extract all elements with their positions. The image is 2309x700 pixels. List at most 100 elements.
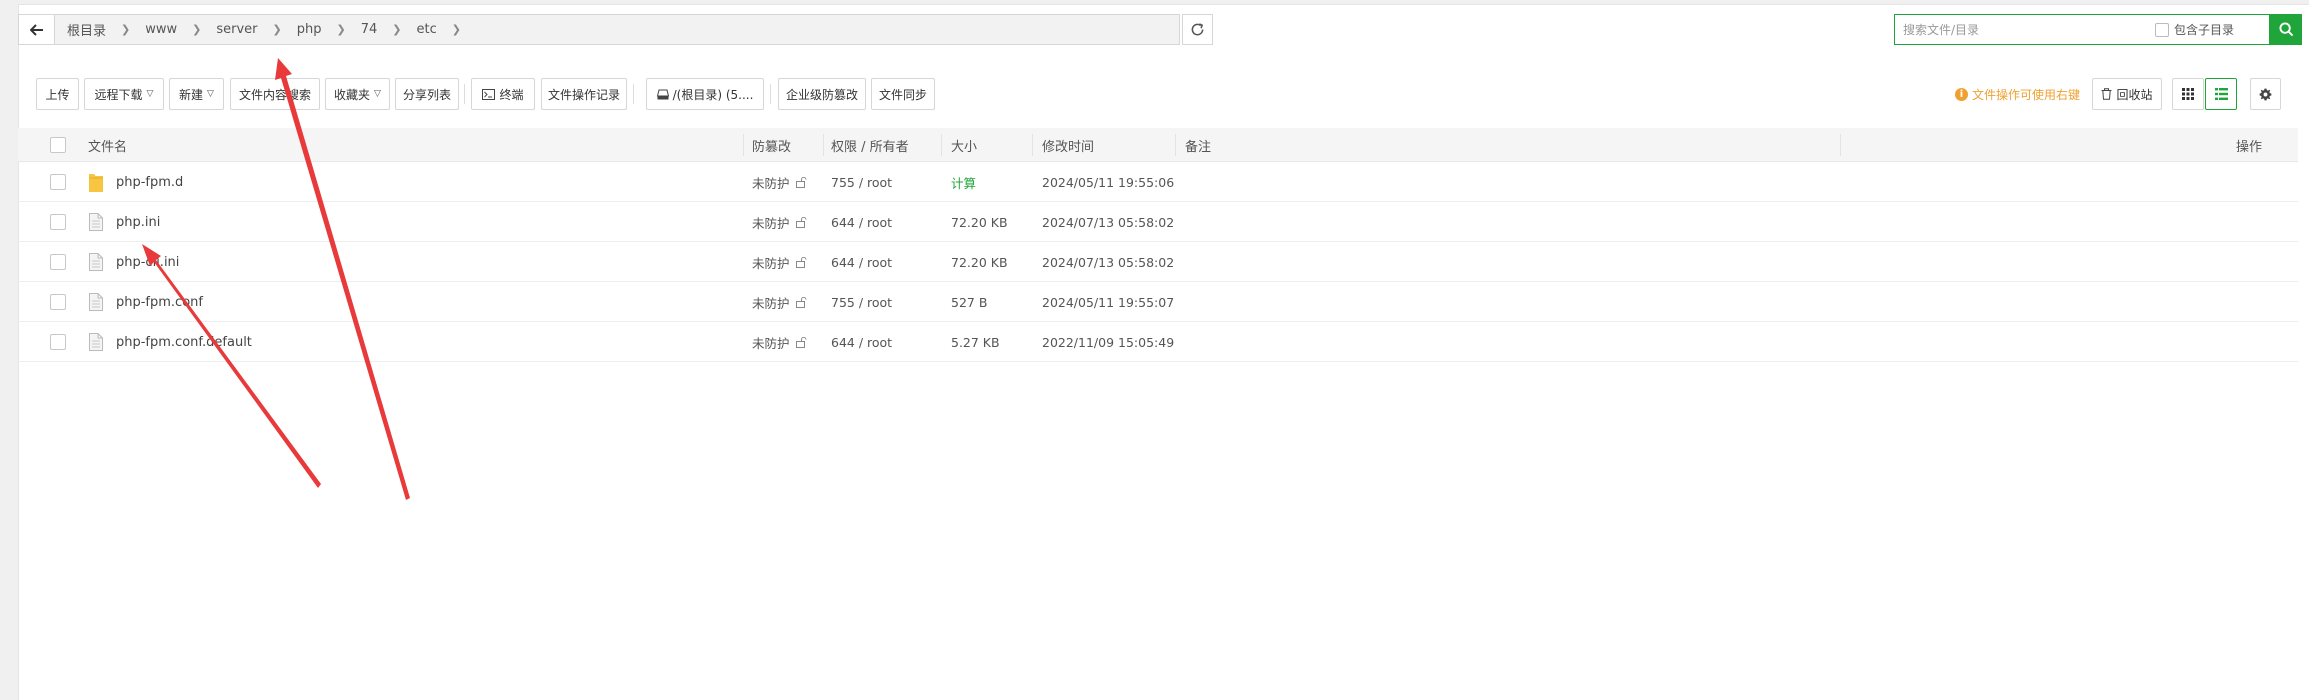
include-subdir-checkbox[interactable] (2155, 22, 2169, 37)
col-remark-header: 备注 (1185, 139, 1212, 155)
column-divider (743, 134, 744, 156)
new-button[interactable]: 新建 ▽ (169, 78, 224, 110)
file-name[interactable]: php-fpm.conf (116, 282, 203, 322)
file-sync-button[interactable]: 文件同步 (871, 78, 935, 110)
col-action-header: 操作 (2236, 139, 2263, 155)
perm-owner[interactable]: 644 / root (831, 202, 892, 242)
terminal-icon (482, 88, 496, 100)
file-name[interactable]: php-cli.ini (116, 242, 179, 282)
list-view-button[interactable] (2205, 78, 2237, 110)
refresh-button[interactable] (1182, 14, 1213, 45)
file-icon (89, 293, 103, 311)
breadcrumb-www[interactable]: www (141, 22, 181, 37)
row-checkbox[interactable] (50, 334, 66, 350)
right-click-tip: i 文件操作可使用右键 (1955, 78, 2080, 110)
file-size: 527 B (951, 294, 988, 310)
breadcrumb-74[interactable]: 74 (357, 22, 382, 37)
file-name[interactable]: php.ini (116, 202, 160, 242)
tamper-status[interactable]: 未防护 (752, 213, 790, 232)
include-subdir-toggle[interactable]: 包含子目录 (2155, 21, 2234, 38)
file-size: 5.27 KB (951, 334, 1000, 350)
table-row[interactable]: php.ini 未防护 644 / root 72.20 KB 2024/07/… (18, 202, 2298, 242)
refresh-icon (1191, 23, 1204, 36)
unlock-icon[interactable] (795, 216, 807, 228)
chevron-right-icon: ❯ (121, 23, 131, 36)
file-table: 文件名 防篡改 权限 / 所有者 大小 修改时间 备注 操作 php-fpm.d… (18, 128, 2298, 362)
chevron-right-icon: ❯ (192, 23, 202, 36)
file-name[interactable]: php-fpm.conf.default (116, 322, 252, 362)
list-view-icon (2214, 88, 2228, 100)
perm-owner[interactable]: 644 / root (831, 322, 892, 362)
perm-owner[interactable]: 755 / root (831, 162, 892, 202)
unlock-icon[interactable] (795, 256, 807, 268)
unlock-icon[interactable] (795, 296, 807, 308)
arrow-left-icon (29, 23, 43, 36)
breadcrumb-etc[interactable]: etc (412, 22, 440, 37)
file-icon (89, 213, 103, 231)
share-list-button[interactable]: 分享列表 (395, 78, 459, 110)
settings-button[interactable] (2250, 78, 2281, 110)
breadcrumb-root[interactable]: 根目录 (63, 20, 110, 39)
tamper-status[interactable]: 未防护 (752, 293, 790, 312)
path-bar[interactable]: 根目录 ❯ www ❯ server ❯ php ❯ 74 ❯ etc ❯ (18, 14, 1180, 45)
content-search-button[interactable]: 文件内容搜索 (230, 78, 320, 110)
file-name[interactable]: php-fpm.d (116, 162, 183, 202)
chevron-right-icon: ❯ (272, 23, 282, 36)
modified-time: 2024/05/11 19:55:06 (1042, 174, 1175, 190)
remote-download-button[interactable]: 远程下载 ▽ (84, 78, 164, 110)
modified-time: 2022/11/09 15:05:49 (1042, 334, 1175, 350)
trash-icon (2101, 88, 2112, 100)
col-size-header[interactable]: 大小 (951, 128, 977, 162)
operation-log-button[interactable]: 文件操作记录 (541, 78, 627, 110)
enterprise-tamper-button[interactable]: 企业级防篡改 (778, 78, 866, 110)
column-divider (1175, 134, 1176, 156)
tamper-status[interactable]: 未防护 (752, 173, 790, 192)
perm-owner[interactable]: 755 / root (831, 282, 892, 322)
table-row[interactable]: php-fpm.d 未防护 755 / root 计算 2024/05/11 1… (18, 162, 2298, 202)
modified-time: 2024/07/13 05:58:02 (1042, 214, 1175, 230)
file-size: 72.20 KB (951, 254, 1008, 270)
table-row[interactable]: php-fpm.conf 未防护 755 / root 527 B 2024/0… (18, 282, 2298, 322)
file-icon (89, 253, 103, 271)
tamper-status[interactable]: 未防护 (752, 253, 790, 272)
breadcrumb-server[interactable]: server (212, 22, 261, 37)
row-checkbox[interactable] (50, 254, 66, 270)
grid-view-button[interactable] (2172, 78, 2204, 110)
back-button[interactable] (19, 15, 55, 44)
unlock-icon[interactable] (795, 176, 807, 188)
chevron-right-icon: ❯ (392, 23, 402, 36)
table-row[interactable]: php-fpm.conf.default 未防护 644 / root 5.27… (18, 322, 2298, 362)
chevron-down-icon: ▽ (374, 89, 381, 99)
table-row[interactable]: php-cli.ini 未防护 644 / root 72.20 KB 2024… (18, 242, 2298, 282)
search-button[interactable] (2270, 14, 2302, 45)
select-all-checkbox[interactable] (50, 137, 66, 153)
modified-time: 2024/07/13 05:58:02 (1042, 254, 1175, 270)
column-divider (823, 134, 824, 156)
breadcrumb-php[interactable]: php (293, 22, 326, 37)
search-input[interactable] (1895, 15, 2155, 44)
file-icon (89, 333, 103, 351)
row-checkbox[interactable] (50, 174, 66, 190)
chevron-down-icon: ▽ (207, 89, 214, 99)
file-size: 72.20 KB (951, 214, 1008, 230)
upload-button[interactable]: 上传 (36, 78, 79, 110)
unlock-icon[interactable] (795, 336, 807, 348)
favorites-button[interactable]: 收藏夹 ▽ (325, 78, 390, 110)
row-checkbox[interactable] (50, 294, 66, 310)
row-checkbox[interactable] (50, 214, 66, 230)
recycle-bin-button[interactable]: 回收站 (2092, 78, 2162, 110)
size-calculate-link[interactable]: 计算 (951, 162, 976, 202)
col-mtime-header[interactable]: 修改时间 (1042, 128, 1094, 162)
perm-owner[interactable]: 644 / root (831, 242, 892, 282)
disk-icon (656, 89, 669, 99)
toolbar-divider (770, 84, 771, 104)
disk-button[interactable]: /(根目录) (5.... (646, 78, 764, 110)
col-name-header[interactable]: 文件名 (88, 128, 127, 162)
col-perm-header: 权限 / 所有者 (831, 139, 909, 155)
chevron-right-icon: ❯ (451, 23, 461, 36)
column-divider (1032, 134, 1033, 156)
terminal-button[interactable]: 终端 (471, 78, 535, 110)
chevron-right-icon: ❯ (336, 23, 346, 36)
search-box: 包含子目录 (1894, 14, 2270, 45)
tamper-status[interactable]: 未防护 (752, 333, 790, 352)
